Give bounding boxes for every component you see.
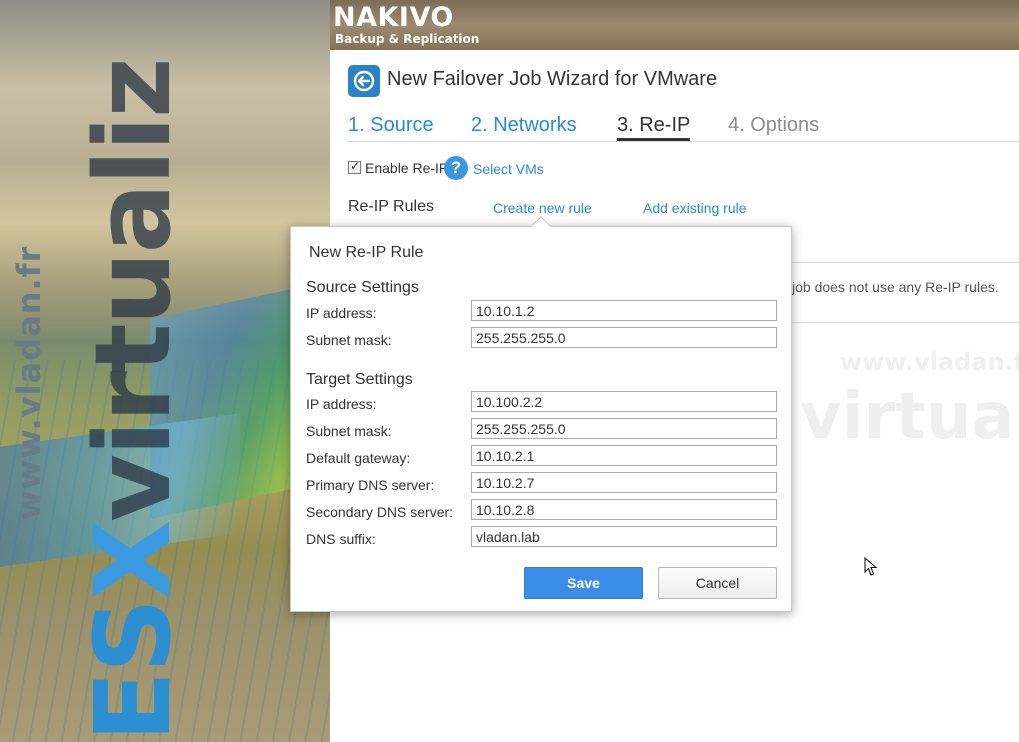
secondary-dns-input[interactable] (471, 499, 777, 520)
secondary-dns-label: Secondary DNS server: (306, 504, 454, 520)
nakivo-logo: NAKIVO Backup & Replication (333, 2, 480, 47)
banner-url-text: www.vladan.fr (10, 245, 48, 520)
save-button[interactable]: Save (524, 567, 643, 599)
banner-word-x: X (72, 521, 194, 601)
create-new-rule-link[interactable]: Create new rule (493, 200, 592, 216)
enable-reip-label[interactable]: Enable Re-IP (365, 160, 448, 176)
reip-rules-title: Re-IP Rules (348, 198, 434, 215)
source-mask-label: Subnet mask: (306, 332, 392, 348)
step-networks[interactable]: 2. Networks (471, 112, 577, 138)
target-ip-label: IP address: (306, 396, 377, 412)
app-header: NAKIVO Backup & Replication (330, 0, 1019, 50)
left-banner-image: www.vladan.fr ESXvirtualiz (0, 0, 330, 742)
target-mask-input[interactable] (471, 418, 777, 439)
primary-dns-label: Primary DNS server: (306, 477, 435, 493)
logo-subtitle: Backup & Replication (335, 32, 480, 46)
banner-word-suffix: virtualiz (72, 59, 194, 522)
target-settings-title: Target Settings (306, 371, 413, 388)
rules-empty-message: job does not use any Re-IP rules. (792, 279, 999, 295)
dialog-title: New Re-IP Rule (309, 244, 424, 261)
target-mask-label: Subnet mask: (306, 423, 392, 439)
failover-wizard-icon (348, 65, 380, 97)
step-source[interactable]: 1. Source (348, 112, 434, 138)
step-re-ip[interactable]: 3. Re-IP (617, 112, 691, 141)
wizard-steps: 1. Source 2. Networks 3. Re-IP 4. Option… (348, 112, 1019, 142)
target-ip-input[interactable] (471, 391, 777, 412)
wizard-title: New Failover Job Wizard for VMware (387, 68, 718, 90)
mouse-pointer-icon (864, 556, 878, 582)
question-mark-icon[interactable]: ? (444, 156, 468, 180)
gateway-input[interactable] (471, 445, 777, 466)
source-mask-input[interactable] (471, 327, 777, 348)
gateway-label: Default gateway: (306, 450, 411, 466)
cancel-button[interactable]: Cancel (658, 567, 777, 599)
banner-word-prefix: ES (72, 600, 194, 742)
banner-brand-word: ESXvirtualiz (72, 0, 194, 742)
source-ip-label: IP address: (306, 305, 377, 321)
watermark-url: www.vladan.fr (840, 348, 1019, 376)
logo-name: NAKIVO (333, 2, 454, 33)
add-existing-rule-link[interactable]: Add existing rule (643, 200, 747, 216)
select-vms-link[interactable]: Select VMs (473, 161, 544, 177)
dns-suffix-input[interactable] (471, 526, 777, 547)
step-options[interactable]: 4. Options (728, 112, 819, 138)
reip-rules-row: Re-IP Rules Create new rule Add existing… (348, 198, 948, 220)
enable-reip-checkbox[interactable] (348, 159, 361, 174)
watermark-word: virtualiz (800, 380, 1019, 454)
new-reip-rule-dialog: New Re-IP Rule Source Settings IP addres… (290, 216, 792, 612)
source-settings-title: Source Settings (306, 279, 419, 296)
source-ip-input[interactable] (471, 300, 777, 321)
dns-suffix-label: DNS suffix: (306, 531, 376, 547)
primary-dns-input[interactable] (471, 472, 777, 493)
